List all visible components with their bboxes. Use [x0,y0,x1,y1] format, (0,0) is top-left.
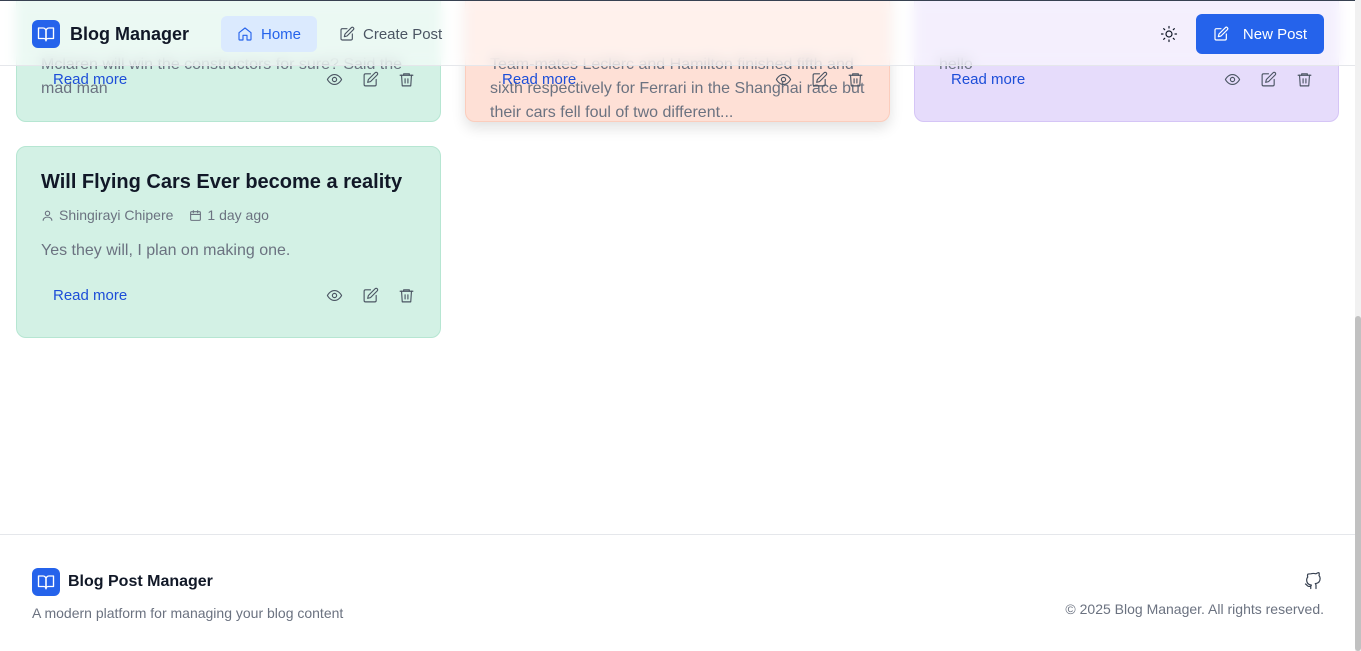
new-post-label: New Post [1242,25,1308,43]
edit-icon[interactable] [360,285,380,305]
footer-title: Blog Post Manager [68,573,213,590]
footer-tagline: A modern platform for managing your blog… [32,605,344,621]
footer-logo: Blog Post Manager [32,568,213,596]
top-nav-bar: Blog Manager Home Create Post New Post [0,0,1355,66]
calendar-icon [190,209,202,221]
main-content: ​ Mclaren will win the constructors for … [0,0,1355,651]
nav-item-create-post[interactable]: Create Post [323,16,458,52]
github-icon[interactable] [1304,572,1324,592]
post-excerpt: Yes they will, I plan on making one. [41,242,291,259]
book-open-icon [32,20,60,48]
card-icon-buttons [324,285,416,305]
copyright-text: © 2025 Blog Manager. All rights reserved… [1065,601,1324,617]
user-icon [42,210,53,221]
post-author: Shingirayi Chipere [41,207,173,223]
author-name: Shingirayi Chipere [59,207,174,223]
date-text: 1 day ago [207,207,269,223]
read-more-link[interactable]: Read more [939,65,1037,94]
card-actions: Read more [939,63,1314,95]
scrollbar-thumb[interactable] [1355,316,1361,651]
post-card: Will Flying Cars Ever become a reality S… [16,146,441,338]
card-icon-buttons [773,69,865,89]
scrollbar[interactable] [1355,0,1361,651]
post-date: 1 day ago [189,207,269,223]
sun-icon [1160,25,1178,43]
read-more-link[interactable]: Read more [41,65,139,94]
home-icon [238,27,252,41]
delete-icon[interactable] [396,285,416,305]
read-more-link[interactable]: Read more [41,281,139,310]
edit-icon[interactable] [809,69,829,89]
theme-toggle-button[interactable] [1160,25,1180,45]
nav-label: Home [261,25,302,43]
main-nav: Home Create Post [221,16,458,52]
edit-icon [340,26,355,41]
delete-icon[interactable] [1294,69,1314,89]
view-icon[interactable] [773,69,793,89]
delete-icon[interactable] [845,69,865,89]
post-meta: Shingirayi Chipere 1 day ago [41,207,269,223]
nav-item-home[interactable]: Home [221,16,318,52]
card-actions: Read more [41,63,416,95]
app-logo[interactable]: Blog Manager [32,20,189,48]
view-icon[interactable] [324,285,344,305]
card-actions: Read more [490,63,865,95]
post-title[interactable]: Will Flying Cars Ever become a reality [41,171,402,194]
page: ​ Mclaren will win the constructors for … [0,0,1361,651]
edit-icon[interactable] [360,69,380,89]
card-actions: Read more [41,279,416,311]
view-icon[interactable] [324,69,344,89]
new-post-button[interactable]: New Post [1196,14,1324,54]
edit-icon[interactable] [1258,69,1278,89]
view-icon[interactable] [1222,69,1242,89]
book-open-icon [32,568,60,596]
nav-label: Create Post [363,25,443,43]
page-footer: Blog Post Manager A modern platform for … [0,534,1355,651]
card-icon-buttons [324,69,416,89]
card-icon-buttons [1222,69,1314,89]
app-title: Blog Manager [70,23,190,44]
read-more-link[interactable]: Read more [490,65,588,94]
edit-icon [1214,26,1229,41]
delete-icon[interactable] [396,69,416,89]
